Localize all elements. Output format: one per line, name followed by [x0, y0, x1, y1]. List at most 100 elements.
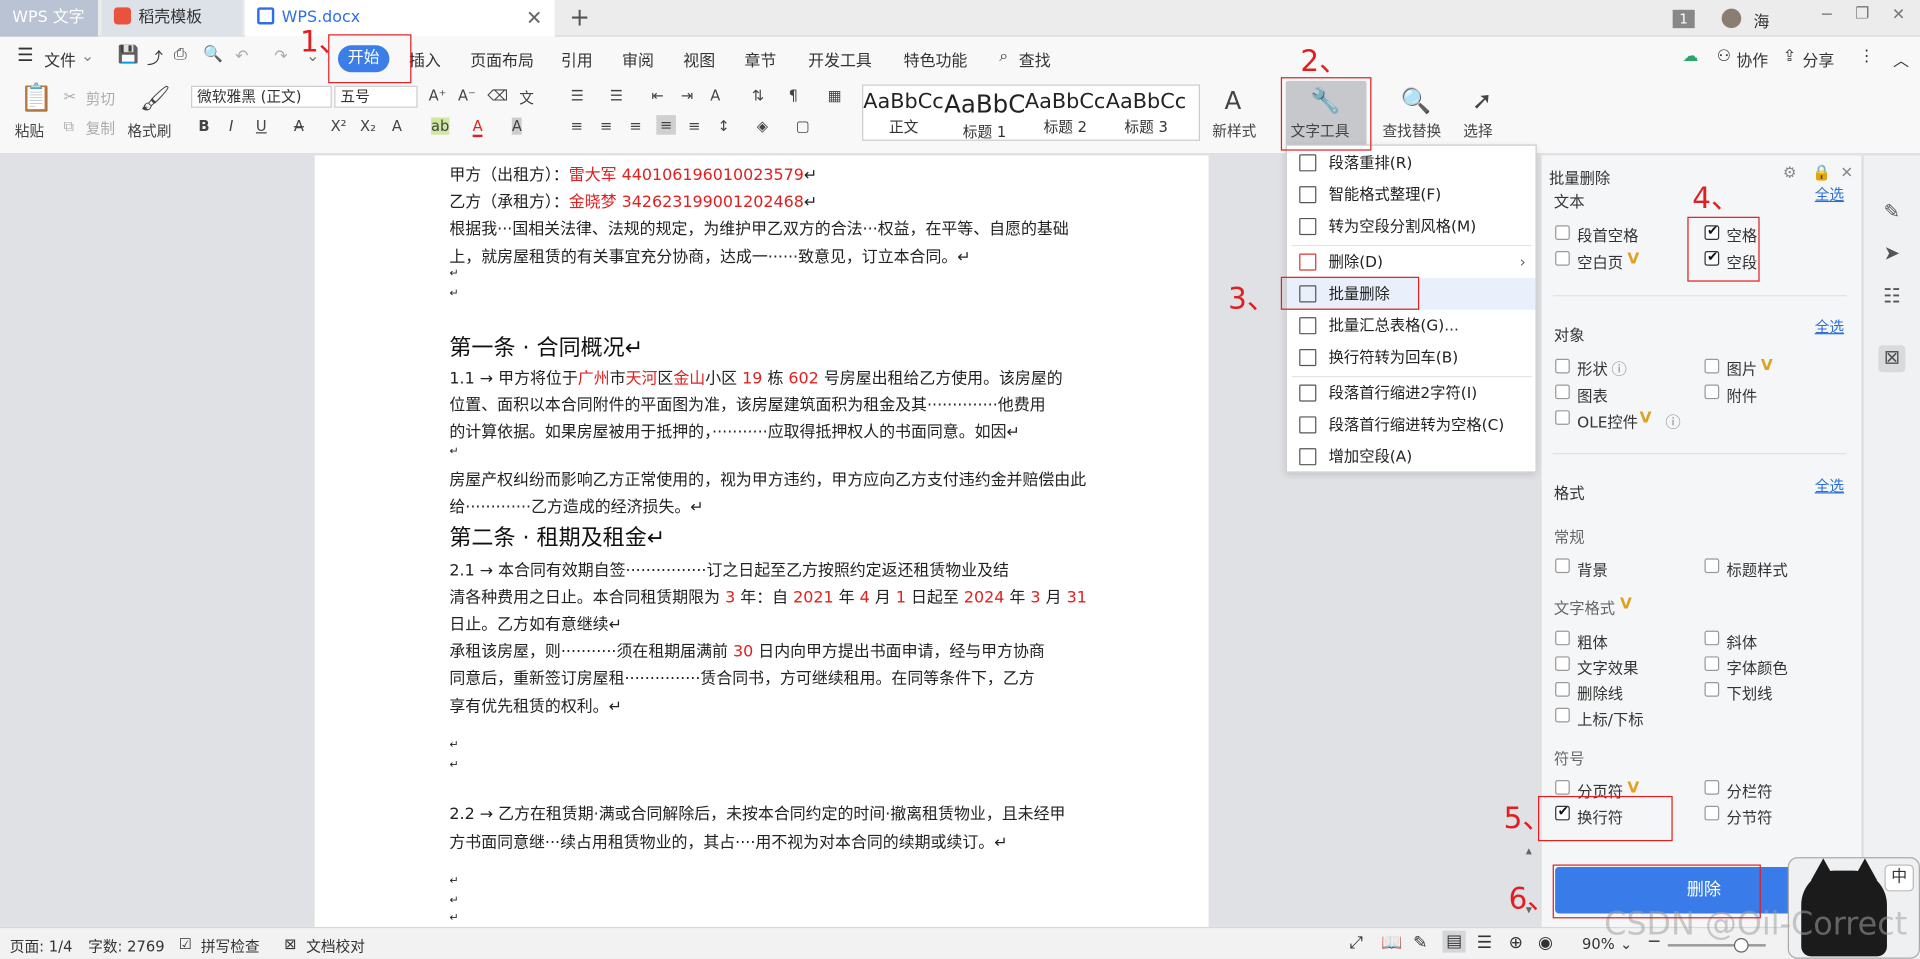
clear-format-icon[interactable]: ⌫ — [487, 87, 508, 104]
bold-icon[interactable]: B — [198, 118, 209, 135]
web-view-icon[interactable]: ⊕ — [1509, 933, 1523, 953]
checkbox-page-break[interactable] — [1555, 780, 1570, 795]
minimize-button[interactable]: ─ — [1822, 6, 1832, 24]
checkbox-heading-style[interactable] — [1704, 558, 1720, 574]
menu-insert[interactable]: 插入 — [409, 48, 441, 71]
menu-file[interactable]: 文件 — [44, 48, 76, 71]
panel-title[interactable]: 批量删除 — [1549, 165, 1610, 188]
tab-wps-writer[interactable]: WPS 文字 — [0, 0, 98, 37]
checkbox-sup-sub[interactable] — [1555, 707, 1570, 723]
checkbox-lead-space[interactable] — [1555, 225, 1570, 241]
select-all-format[interactable]: 全选 — [1815, 475, 1844, 496]
shading-icon[interactable]: ◈ — [757, 118, 768, 135]
decrease-indent-icon[interactable]: ⇤ — [651, 87, 663, 104]
more-icon[interactable]: ⋮ — [1859, 48, 1875, 66]
user-name[interactable]: 海 — [1753, 9, 1769, 32]
cloud-sync-icon[interactable]: ☁ — [1682, 48, 1698, 66]
menu-item-batch-table[interactable]: 批量汇总表格(G)... — [1287, 310, 1536, 342]
menu-page-layout[interactable]: 页面布局 — [470, 48, 534, 71]
sort-icon[interactable]: ⇅ — [752, 87, 764, 104]
redo-icon[interactable]: ↷ — [274, 48, 287, 66]
find-replace-button[interactable]: 查找替换 — [1382, 120, 1441, 141]
menu-item-delete[interactable]: 删除(D) › — [1287, 246, 1536, 278]
subscript-icon[interactable]: X₂ — [360, 118, 376, 135]
select-all-objects[interactable]: 全选 — [1815, 316, 1844, 337]
print-icon[interactable]: ⎙ — [174, 45, 187, 63]
share-button[interactable]: 分享 — [1802, 48, 1834, 71]
tab-template[interactable]: 稻壳模板 — [101, 0, 243, 37]
checkbox-column-break[interactable] — [1704, 780, 1720, 795]
menu-item-indent-to-space[interactable]: 段落首行缩进转为空格(C) — [1287, 409, 1536, 441]
spellcheck-button[interactable]: 拼写检查 — [201, 936, 260, 957]
new-style-icon[interactable]: A — [1225, 86, 1242, 115]
menu-item-add-empty-para[interactable]: 增加空段(A) — [1287, 441, 1536, 473]
menu-view[interactable]: 视图 — [683, 48, 715, 71]
checkbox-ole[interactable] — [1555, 410, 1570, 425]
increase-indent-icon[interactable]: ⇥ — [681, 87, 693, 104]
checkbox-strikethrough[interactable] — [1555, 682, 1570, 697]
batch-delete-sidebar-icon[interactable]: ⊠ — [1878, 345, 1906, 373]
checkbox-shape[interactable] — [1555, 358, 1570, 374]
maximize-button[interactable]: ❐ — [1855, 5, 1869, 23]
settings-icon[interactable]: ⚙ — [1783, 163, 1797, 181]
strikethrough-icon[interactable]: A — [294, 118, 304, 135]
checkbox-italic[interactable] — [1704, 630, 1720, 646]
menu-item-empty-para-style[interactable]: 转为空段分割风格(M) — [1287, 211, 1536, 243]
style-heading-2[interactable]: AaBbCcD 标题 2 — [1025, 89, 1106, 137]
underline-icon[interactable]: U — [256, 118, 267, 135]
copy-button[interactable]: 复制 — [86, 118, 115, 139]
pen-icon[interactable]: ✎ — [1878, 200, 1905, 227]
info-icon[interactable]: ⓘ — [1665, 409, 1680, 432]
collapse-ribbon-icon[interactable]: ︿ — [1893, 48, 1909, 71]
style-normal[interactable]: AaBbCcD 正文 — [863, 89, 944, 137]
collab-button[interactable]: 协作 — [1736, 48, 1768, 71]
menu-special[interactable]: 特色功能 — [904, 48, 968, 71]
page-view-icon[interactable]: ▤ — [1442, 930, 1467, 953]
style-heading-3[interactable]: AaBbCcD 标题 3 — [1106, 89, 1187, 137]
pointer-icon[interactable]: ➤ — [1878, 241, 1905, 268]
new-style-button[interactable]: 新样式 — [1212, 120, 1256, 141]
menu-chapter[interactable]: 章节 — [744, 48, 776, 71]
menu-item-linebreak-to-return[interactable]: 换行符转为回车(B) — [1287, 342, 1536, 374]
proofread-button[interactable]: 文档校对 — [306, 936, 365, 957]
show-marks-icon[interactable]: ¶ — [789, 87, 798, 104]
checkbox-picture[interactable] — [1704, 358, 1720, 374]
shrink-font-icon[interactable]: A⁻ — [458, 87, 476, 104]
checkbox-attachment[interactable] — [1704, 384, 1720, 400]
write-mode-icon[interactable]: ✎ — [1413, 933, 1427, 953]
outline-view-icon[interactable]: ☰ — [1477, 933, 1492, 953]
zoom-slider[interactable] — [1667, 944, 1766, 947]
paste-icon[interactable]: 📋 — [20, 83, 54, 114]
menu-item-smart-format[interactable]: 智能格式整理(F) — [1287, 179, 1536, 211]
grow-font-icon[interactable]: A⁺ — [429, 87, 447, 104]
italic-icon[interactable]: I — [229, 118, 233, 135]
undo-icon[interactable]: ↶ — [235, 48, 248, 66]
ime-mode-button[interactable]: 中 — [1884, 864, 1914, 892]
select-all-text[interactable]: 全选 — [1815, 184, 1844, 205]
line-spacing-icon[interactable]: ↕ — [718, 118, 730, 135]
paste-button[interactable]: 粘贴 — [15, 120, 44, 141]
char-shading-icon[interactable]: A — [511, 117, 522, 135]
checkbox-text-effect[interactable] — [1555, 656, 1570, 672]
checkbox-background[interactable] — [1555, 558, 1570, 574]
scroll-up-icon[interactable]: ▴ — [1526, 845, 1532, 858]
page-indicator[interactable]: 页面: 1/4 — [10, 936, 73, 957]
tab-document[interactable]: WPS.docx ✕ — [244, 0, 555, 37]
checkbox-blank-page[interactable] — [1555, 251, 1570, 266]
checkbox-chart[interactable] — [1555, 384, 1570, 400]
superscript-icon[interactable]: X² — [331, 118, 347, 135]
align-right-icon[interactable]: ≡ — [629, 118, 641, 135]
format-painter-icon[interactable]: 🖌 — [140, 83, 171, 112]
select-button[interactable]: 选择 — [1463, 120, 1492, 141]
hamburger-icon[interactable]: ☰ — [17, 44, 33, 66]
close-tab-icon[interactable]: ✕ — [526, 0, 542, 37]
distribute-icon[interactable]: ≡ — [688, 118, 700, 135]
sliders-icon[interactable]: ☷ — [1878, 284, 1905, 311]
text-effect-icon[interactable]: A — [392, 118, 402, 135]
cut-button[interactable]: 剪切 — [86, 88, 115, 109]
eye-protection-icon[interactable]: ◉ — [1538, 933, 1553, 953]
align-center-icon[interactable]: ≡ — [600, 118, 612, 135]
format-painter-button[interactable]: 格式刷 — [127, 120, 171, 141]
read-mode-icon[interactable]: 📖 — [1381, 933, 1402, 953]
menu-review[interactable]: 审阅 — [622, 48, 654, 71]
